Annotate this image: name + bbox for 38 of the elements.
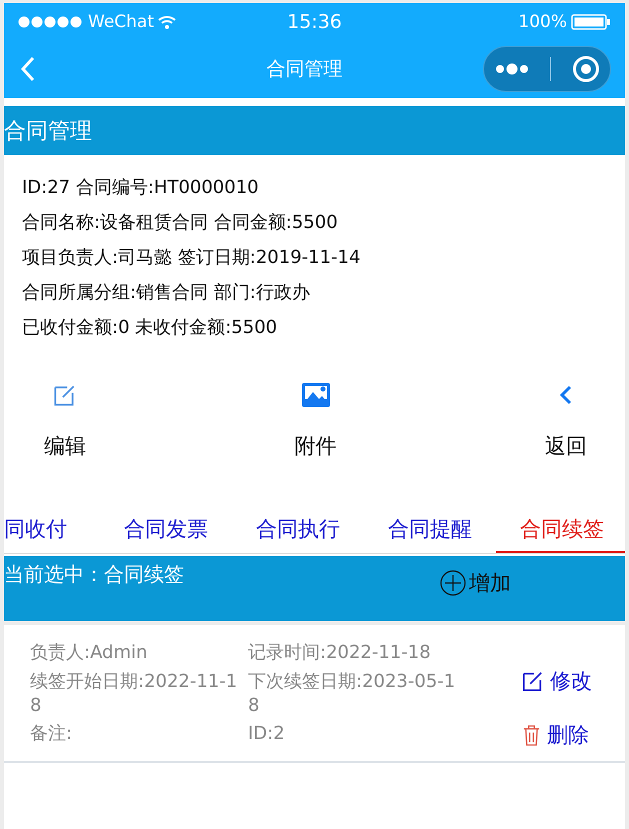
carrier-name: WeChat	[88, 12, 154, 32]
edit-action[interactable]: 编辑	[44, 380, 86, 498]
section-header: 合同管理	[4, 106, 625, 155]
delete-button[interactable]: 删除	[522, 721, 592, 749]
record-field: 下次续签日期:2023-05-18	[248, 670, 466, 720]
info-line: 已收付金额:0 未收付金额:5500	[22, 316, 278, 340]
wifi-icon	[158, 14, 176, 28]
battery-icon	[571, 14, 612, 30]
tab[interactable]: 合同提醒	[364, 507, 496, 553]
info-line: 合同所属分组:销售合同 部门:行政办	[22, 281, 311, 305]
battery-level: 100%	[518, 12, 568, 32]
image-action[interactable]: 附件	[294, 380, 336, 498]
record-field: 续签开始日期:2022-11-18	[30, 670, 248, 720]
selection-label: 当前选中：合同续签	[4, 561, 185, 588]
signal-icon	[18, 16, 84, 28]
menu-capsule[interactable]	[483, 46, 611, 92]
info-line: ID:27 合同编号:HT0000010	[22, 176, 260, 200]
image-icon	[300, 380, 330, 410]
back-icon[interactable]	[20, 56, 36, 82]
trash-icon	[522, 724, 541, 746]
record-field: 负责人:Admin	[30, 641, 248, 668]
record-field: ID:2	[248, 722, 466, 749]
edit-icon	[522, 670, 544, 692]
tab[interactable]: 同收付	[4, 507, 100, 553]
tab[interactable]: 合同续签	[496, 507, 625, 553]
add-icon	[440, 570, 466, 596]
record-field: 备注:	[30, 722, 248, 749]
add-button[interactable]: 增加	[440, 567, 511, 599]
page-title: 合同管理	[266, 57, 344, 82]
tab[interactable]: 合同执行	[232, 507, 364, 553]
info-line: 项目负责人:司马懿 签订日期:2019-11-14	[22, 246, 362, 270]
status-time: 15:36	[287, 10, 342, 32]
back-action[interactable]: 返回	[545, 380, 587, 498]
tab[interactable]: 合同发票	[100, 507, 232, 553]
record-field: 记录时间:2022-11-18	[248, 641, 466, 668]
info-line: 合同名称:设备租赁合同 合同金额:5500	[22, 211, 339, 235]
edit-button[interactable]: 修改	[522, 667, 592, 695]
more-icon[interactable]	[494, 63, 528, 75]
